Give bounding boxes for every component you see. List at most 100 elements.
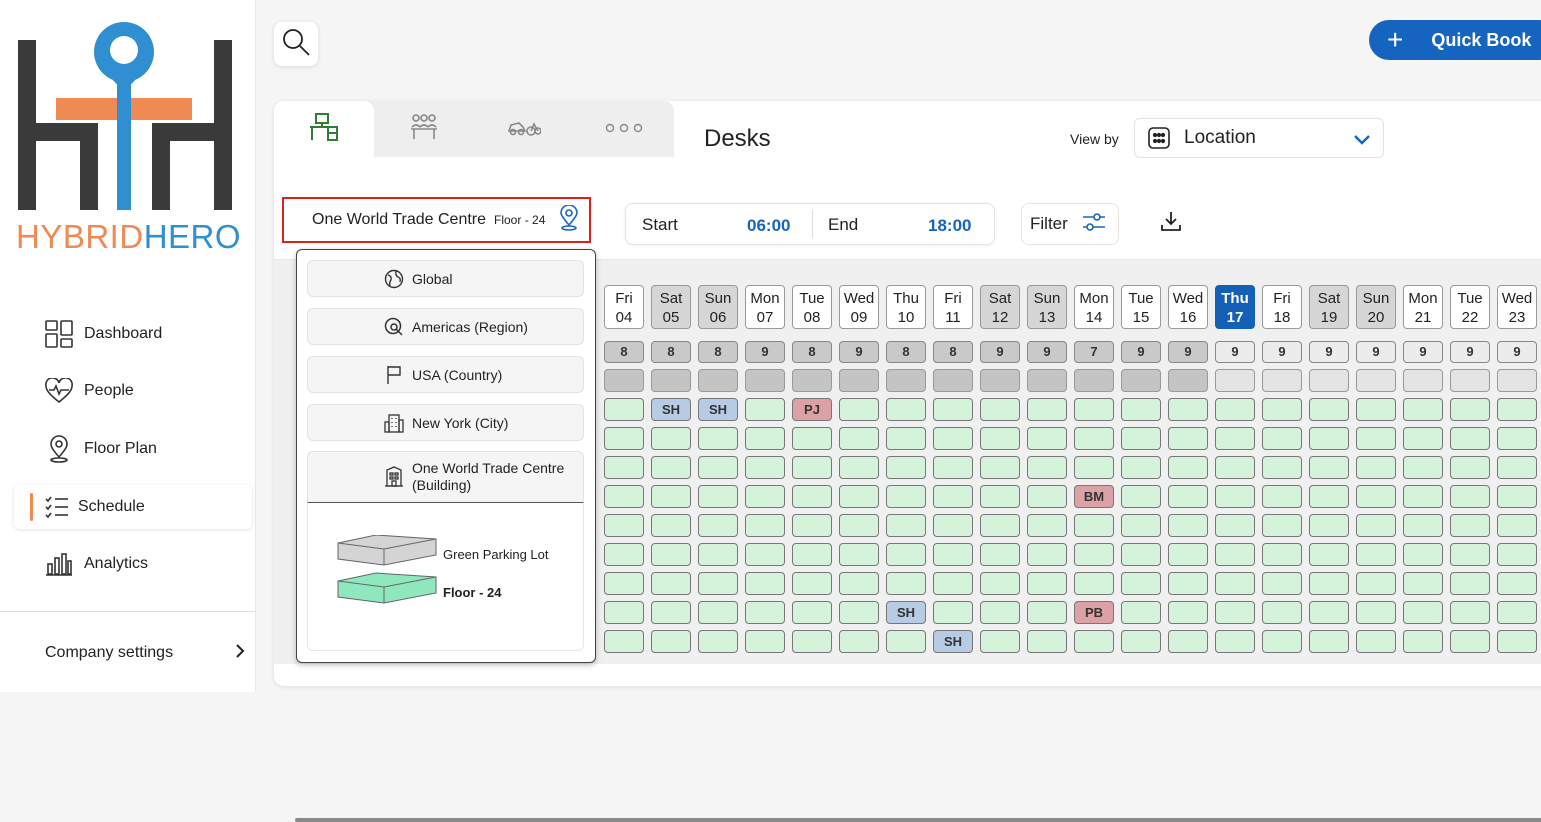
desk-slot[interactable] <box>1356 514 1396 537</box>
desk-slot[interactable] <box>1403 427 1443 450</box>
desk-slot[interactable] <box>1027 630 1067 653</box>
desk-slot[interactable] <box>933 601 973 624</box>
desk-slot[interactable] <box>1309 456 1349 479</box>
horizontal-scrollbar[interactable] <box>295 818 1541 822</box>
desk-slot[interactable] <box>980 427 1020 450</box>
desk-slot[interactable] <box>1027 456 1067 479</box>
desk-slot[interactable] <box>745 572 785 595</box>
desk-slot[interactable] <box>1121 572 1161 595</box>
desk-slot[interactable] <box>1497 630 1537 653</box>
desk-slot[interactable] <box>604 630 644 653</box>
sidebar-item-floor-plan[interactable]: Floor Plan <box>14 427 252 471</box>
desk-slot[interactable] <box>604 456 644 479</box>
desk-slot[interactable] <box>1403 601 1443 624</box>
desk-slot[interactable] <box>1074 572 1114 595</box>
desk-slot[interactable] <box>1403 572 1443 595</box>
download-button[interactable] <box>1157 209 1185 237</box>
desk-slot[interactable] <box>792 514 832 537</box>
desk-slot[interactable] <box>698 601 738 624</box>
day-header[interactable]: Sat 12 <box>980 285 1020 329</box>
desk-slot[interactable] <box>792 572 832 595</box>
desk-slot[interactable] <box>839 514 879 537</box>
desk-slot[interactable] <box>1074 456 1114 479</box>
sidebar-item-people[interactable]: People <box>14 369 252 413</box>
desk-slot[interactable] <box>1497 485 1537 508</box>
desk-slot[interactable] <box>1356 601 1396 624</box>
desk-slot[interactable] <box>1497 456 1537 479</box>
desk-slot[interactable] <box>1262 398 1302 421</box>
desk-slot[interactable] <box>1497 514 1537 537</box>
desk-slot[interactable] <box>698 427 738 450</box>
desk-slot[interactable] <box>886 572 926 595</box>
desk-slot[interactable] <box>1027 572 1067 595</box>
desk-slot[interactable] <box>604 572 644 595</box>
desk-slot[interactable] <box>745 427 785 450</box>
desk-slot[interactable] <box>745 514 785 537</box>
desk-slot[interactable] <box>1027 485 1067 508</box>
floor-24[interactable] <box>337 572 437 604</box>
desk-slot[interactable] <box>1027 427 1067 450</box>
desk-slot[interactable] <box>1215 427 1255 450</box>
desk-slot[interactable] <box>1027 398 1067 421</box>
desk-slot[interactable] <box>1262 543 1302 566</box>
booking-cell[interactable]: SH <box>698 398 738 421</box>
day-header[interactable]: Sat 05 <box>651 285 691 329</box>
search-button[interactable] <box>274 22 318 66</box>
desk-slot[interactable] <box>1450 398 1490 421</box>
day-header[interactable]: Thu 10 <box>886 285 926 329</box>
desk-slot[interactable] <box>933 514 973 537</box>
desk-slot[interactable] <box>698 543 738 566</box>
desk-slot[interactable] <box>886 456 926 479</box>
desk-slot[interactable] <box>1262 572 1302 595</box>
desk-slot[interactable] <box>933 427 973 450</box>
desk-slot[interactable] <box>604 601 644 624</box>
sidebar-item-dashboard[interactable]: Dashboard <box>14 312 252 356</box>
desk-slot[interactable] <box>1215 514 1255 537</box>
desk-slot[interactable] <box>698 485 738 508</box>
booking-cell[interactable]: PB <box>1074 601 1114 624</box>
desk-slot[interactable] <box>1121 398 1161 421</box>
desk-slot[interactable] <box>651 572 691 595</box>
day-header[interactable]: Tue 15 <box>1121 285 1161 329</box>
floor-green-parking-lot[interactable] <box>337 535 437 566</box>
desk-slot[interactable] <box>933 398 973 421</box>
desk-slot[interactable] <box>1497 427 1537 450</box>
desk-slot[interactable] <box>839 601 879 624</box>
floor-label-floor-24[interactable]: Floor - 24 <box>443 585 502 600</box>
desk-slot[interactable] <box>1121 485 1161 508</box>
day-header[interactable]: Fri 04 <box>604 285 644 329</box>
desk-slot[interactable] <box>1309 630 1349 653</box>
day-header[interactable]: Thu 17 <box>1215 285 1255 329</box>
desk-slot[interactable] <box>1121 514 1161 537</box>
desk-slot[interactable] <box>1262 601 1302 624</box>
desk-slot[interactable] <box>1450 456 1490 479</box>
end-time-input[interactable]: 18:00 <box>928 216 971 236</box>
desk-slot[interactable] <box>886 630 926 653</box>
desk-slot[interactable] <box>980 485 1020 508</box>
desk-slot[interactable] <box>1309 543 1349 566</box>
desk-slot[interactable] <box>1168 630 1208 653</box>
desk-slot[interactable] <box>980 398 1020 421</box>
desk-slot[interactable] <box>1262 630 1302 653</box>
desk-slot[interactable] <box>1168 427 1208 450</box>
desk-slot[interactable] <box>839 456 879 479</box>
desk-slot[interactable] <box>980 630 1020 653</box>
day-header[interactable]: Wed 23 <box>1497 285 1537 329</box>
desk-slot[interactable] <box>651 601 691 624</box>
desk-slot[interactable] <box>1356 572 1396 595</box>
desk-slot[interactable] <box>651 485 691 508</box>
booking-cell[interactable]: SH <box>886 601 926 624</box>
location-option-building[interactable]: One World Trade Centre (Building) <box>307 451 584 503</box>
desk-slot[interactable] <box>1262 427 1302 450</box>
desk-slot[interactable] <box>1168 543 1208 566</box>
desk-slot[interactable] <box>1356 398 1396 421</box>
location-selector[interactable]: One World Trade Centre Floor - 24 <box>282 197 591 243</box>
booking-cell[interactable]: PJ <box>792 398 832 421</box>
desk-slot[interactable] <box>604 398 644 421</box>
desk-slot[interactable] <box>1450 543 1490 566</box>
desk-slot[interactable] <box>886 398 926 421</box>
desk-slot[interactable] <box>1121 427 1161 450</box>
desk-slot[interactable] <box>886 514 926 537</box>
desk-slot[interactable] <box>1074 427 1114 450</box>
start-time-input[interactable]: 06:00 <box>747 216 790 236</box>
